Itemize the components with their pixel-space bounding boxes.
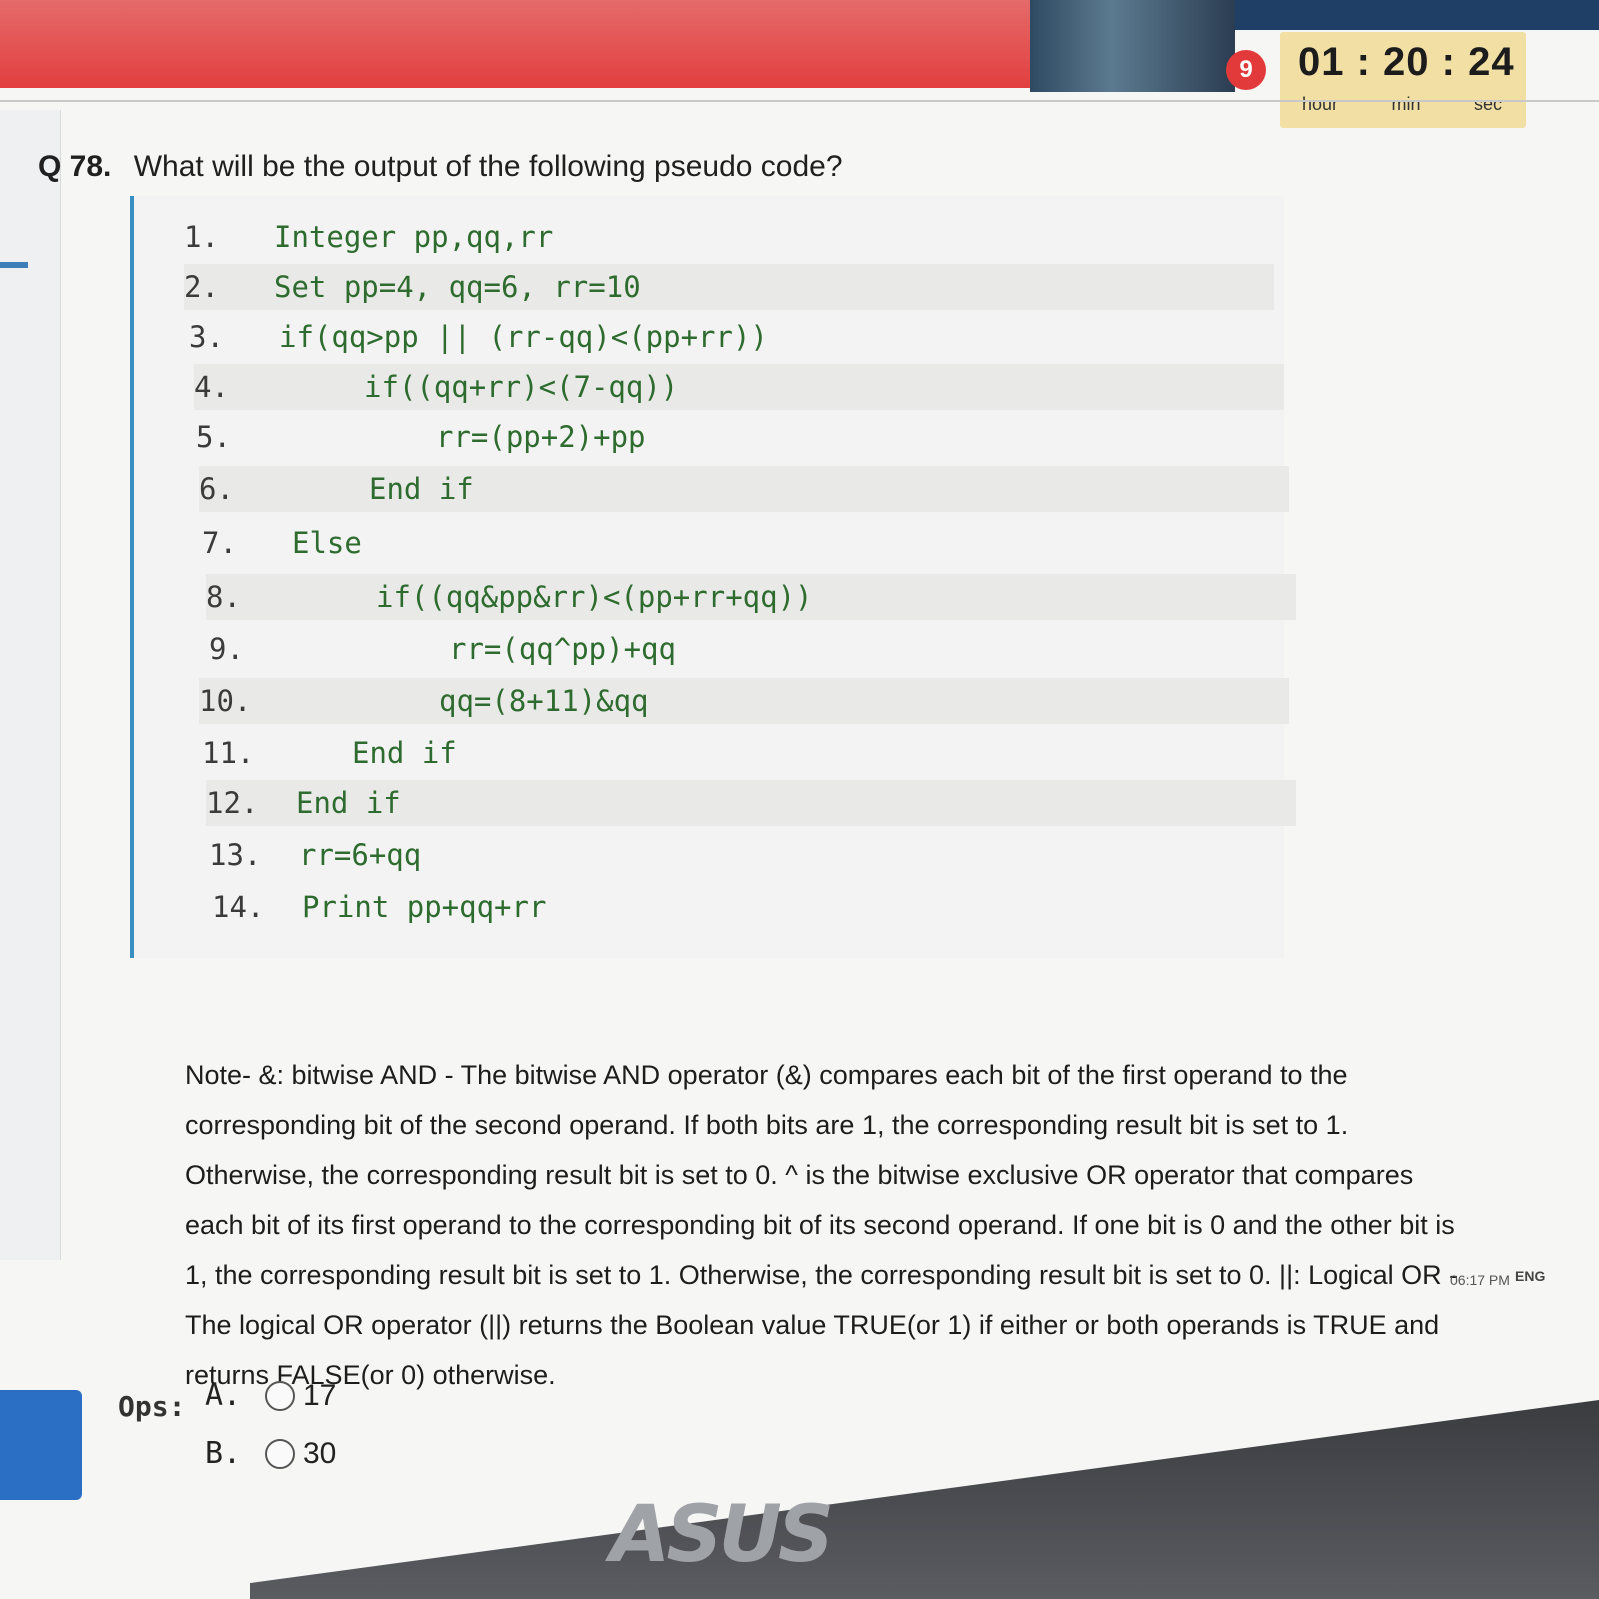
code-text: if((qq&pp&rr)<(pp+rr+qq)) <box>376 580 813 614</box>
code-line: 13. rr=6+qq <box>209 832 1299 878</box>
left-panel-indicator <box>0 262 28 268</box>
line-number: 2. <box>184 270 219 304</box>
line-number: 11. <box>202 736 255 770</box>
code-line: 9. rr=(qq^pp)+qq <box>209 626 1299 672</box>
code-text: Else <box>292 526 362 560</box>
code-text: rr=(pp+2)+pp <box>436 420 646 454</box>
timer-hour-label: hour <box>1302 94 1339 114</box>
code-text: Print pp+qq+rr <box>302 890 547 924</box>
webcam-preview <box>1030 0 1235 92</box>
code-line: 12. End if <box>206 780 1296 826</box>
code-text: rr=6+qq <box>299 838 422 872</box>
countdown-timer: 01 : 20 : 24 hour min sec <box>1280 32 1526 128</box>
code-text: qq=(8+11)&qq <box>439 684 649 718</box>
header-divider <box>0 100 1599 102</box>
timer-labels: hour min sec <box>1302 94 1502 115</box>
code-line: 5. rr=(pp+2)+pp <box>196 414 1286 460</box>
code-text: End if <box>296 786 401 820</box>
taskbar-clock: 06:17 PM <box>1450 1272 1510 1288</box>
code-line: 7. Else <box>202 520 1292 566</box>
option-b[interactable]: B. 30 <box>205 1436 336 1471</box>
line-number: 9. <box>209 632 244 666</box>
line-number: 8. <box>206 580 241 614</box>
left-side-panel <box>0 110 61 1260</box>
code-line: 14. Print pp+qq+rr <box>212 884 1302 930</box>
option-a[interactable]: A. 17 <box>205 1378 336 1413</box>
taskbar-language[interactable]: ENG <box>1515 1268 1545 1284</box>
line-number: 7. <box>202 526 237 560</box>
option-value: 30 <box>303 1436 337 1470</box>
code-line: 11. End if <box>202 730 1292 776</box>
asus-logo: ASUS <box>610 1490 834 1580</box>
line-number: 3. <box>189 320 224 354</box>
question-number: Q 78. <box>38 150 112 183</box>
code-line: 4. if((qq+rr)<(7-qq)) <box>194 364 1284 410</box>
line-number: 4. <box>194 370 229 404</box>
option-letter: A. <box>205 1378 242 1413</box>
code-line: 8. if((qq&pp&rr)<(pp+rr+qq)) <box>206 574 1296 620</box>
question-heading: Q 78. What will be the output of the fol… <box>38 150 843 184</box>
code-text: rr=(qq^pp)+qq <box>449 632 676 666</box>
question-text: What will be the output of the following… <box>133 150 843 183</box>
code-text: if((qq+rr)<(7-qq)) <box>364 370 679 404</box>
option-letter: B. <box>205 1436 242 1471</box>
code-line: 1. Integer pp,qq,rr <box>184 214 1274 260</box>
code-line: 6. End if <box>199 466 1289 512</box>
timer-sec-label: sec <box>1473 94 1502 114</box>
radio-button[interactable] <box>265 1380 295 1411</box>
options-label: Ops: <box>118 1390 186 1423</box>
code-line: 3. if(qq>pp || (rr-qq)<(pp+rr)) <box>189 314 1279 360</box>
operator-note: Note- &: bitwise AND - The bitwise AND o… <box>185 1060 1459 1390</box>
line-number: 12. <box>206 786 259 820</box>
laptop-bezel <box>250 1400 1599 1599</box>
code-line: 10. qq=(8+11)&qq <box>199 678 1289 724</box>
header-bar <box>0 0 1030 88</box>
option-value: 17 <box>303 1378 337 1412</box>
line-number: 10. <box>199 684 252 718</box>
timer-value: 01 : 20 : 24 <box>1298 40 1515 84</box>
timer-min-label: min <box>1391 94 1421 114</box>
question-number-badge: 9 <box>1226 50 1266 90</box>
line-number: 6. <box>199 472 234 506</box>
code-text: End if <box>352 736 457 770</box>
code-text: if(qq>pp || (rr-qq)<(pp+rr)) <box>279 320 768 354</box>
code-block: 1. Integer pp,qq,rr 2. Set pp=4, qq=6, rr=… <box>130 196 1296 958</box>
code-text: Set pp=4, qq=6, rr=10 <box>274 270 641 304</box>
line-number: 14. <box>212 890 265 924</box>
header-right-bar <box>1235 0 1599 30</box>
line-number: 13. <box>209 838 262 872</box>
code-text: End if <box>369 472 474 506</box>
side-action-button[interactable] <box>0 1390 82 1500</box>
code-line: 2. Set pp=4, qq=6, rr=10 <box>184 264 1274 310</box>
radio-button[interactable] <box>265 1438 295 1469</box>
code-text: Integer pp,qq,rr <box>274 220 554 254</box>
line-number: 1. <box>184 220 219 254</box>
line-number: 5. <box>196 420 231 454</box>
